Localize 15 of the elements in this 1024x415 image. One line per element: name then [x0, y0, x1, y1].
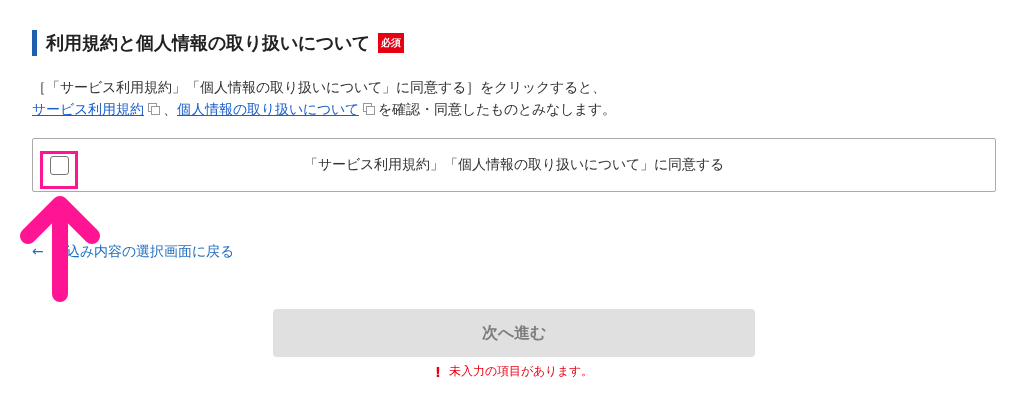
- error-icon: !: [434, 363, 442, 380]
- highlight-frame: [40, 151, 78, 189]
- terms-link[interactable]: サービス利用規約: [32, 98, 144, 120]
- required-badge: 必須: [378, 33, 404, 53]
- copy-icon: [363, 103, 375, 115]
- error-message: 未入力の項目があります。: [449, 363, 594, 380]
- privacy-link[interactable]: 個人情報の取り扱いについて: [177, 98, 359, 120]
- agreement-label: 「サービス利用規約」「個人情報の取り扱いについて」に同意する: [303, 156, 725, 174]
- separator-text: 、: [163, 100, 177, 119]
- description-text: ［「サービス利用規約」「個人情報の取り扱いについて」に同意する］をクリックすると、: [32, 78, 606, 97]
- agreement-checkbox[interactable]: [50, 155, 69, 175]
- section-title: 利用規約と個人情報の取り扱いについて: [46, 31, 370, 55]
- description-suffix: を確認・同意したものとみなします。: [378, 100, 616, 119]
- agreement-box[interactable]: 「サービス利用規約」「個人情報の取り扱いについて」に同意する: [32, 138, 996, 192]
- copy-icon: [148, 103, 160, 115]
